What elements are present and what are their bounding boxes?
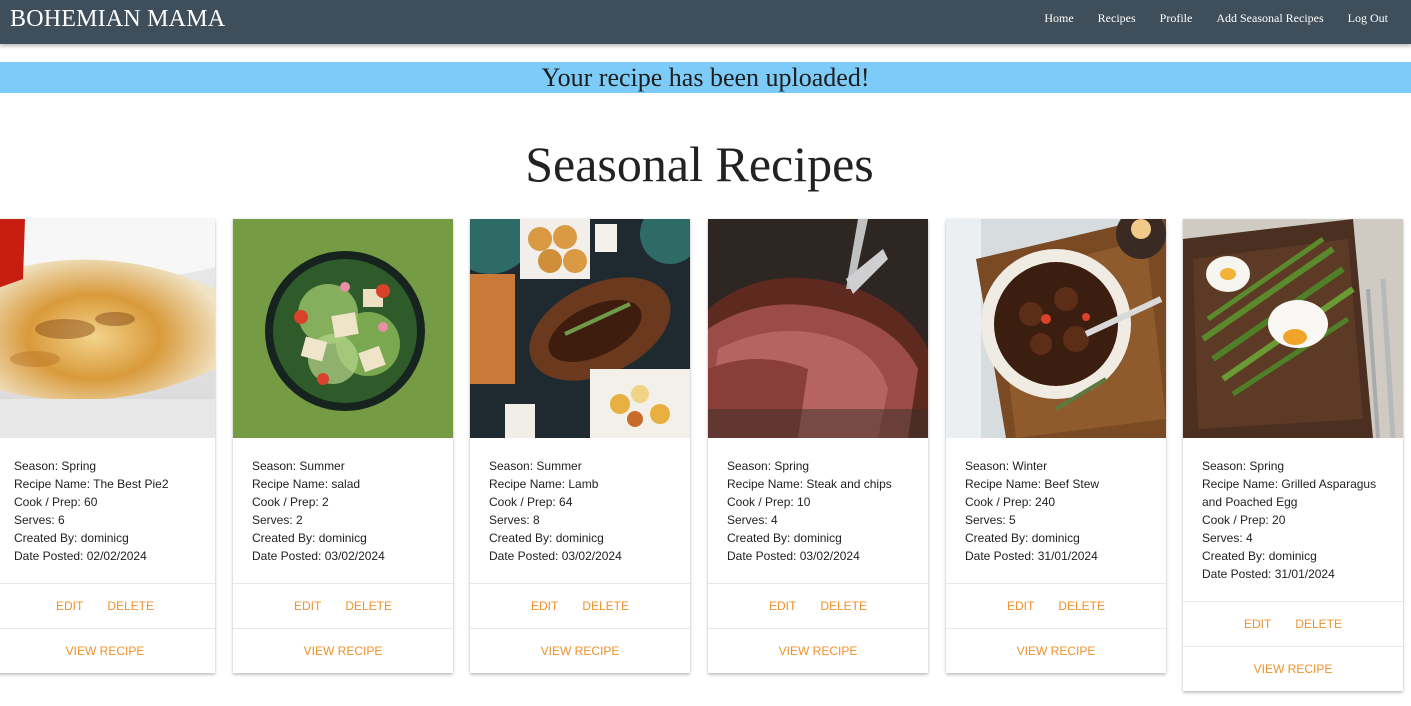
- detail-date-posted: Date Posted: 31/01/2024: [1202, 567, 1335, 581]
- detail-created-by: Created By: dominicg: [1202, 549, 1317, 563]
- recipe-image-asparagus: [1183, 219, 1403, 438]
- recipe-image-salad: [233, 219, 453, 438]
- recipe-image-lamb: [470, 219, 690, 438]
- edit-button[interactable]: EDIT: [1244, 617, 1271, 631]
- edit-button[interactable]: EDIT: [56, 599, 83, 613]
- card-actions: EDIT DELETE: [470, 583, 690, 628]
- recipe-details: Season: Summer Recipe Name: Lamb Cook / …: [470, 438, 690, 583]
- flash-message: Your recipe has been uploaded!: [0, 62, 1411, 93]
- detail-recipe-name: Recipe Name: Beef Stew: [965, 477, 1100, 491]
- view-recipe-button[interactable]: VIEW RECIPE: [779, 644, 858, 658]
- detail-season: Season: Summer: [489, 459, 582, 473]
- delete-button[interactable]: DELETE: [1058, 599, 1105, 613]
- detail-cook-prep: Cook / Prep: 60: [14, 495, 98, 509]
- card-actions: EDIT DELETE: [0, 583, 215, 628]
- delete-button[interactable]: DELETE: [582, 599, 629, 613]
- edit-button[interactable]: EDIT: [1007, 599, 1034, 613]
- delete-button[interactable]: DELETE: [820, 599, 867, 613]
- detail-recipe-name: Recipe Name: Lamb: [489, 477, 599, 491]
- detail-created-by: Created By: dominicg: [489, 531, 604, 545]
- card-view-action: VIEW RECIPE: [470, 628, 690, 673]
- edit-button[interactable]: EDIT: [531, 599, 558, 613]
- recipe-details: Season: Spring Recipe Name: Grilled Aspa…: [1183, 438, 1403, 601]
- view-recipe-button[interactable]: VIEW RECIPE: [66, 644, 145, 658]
- navbar: BOHEMIAN MAMA Home Recipes Profile Add S…: [0, 0, 1411, 44]
- detail-cook-prep: Cook / Prep: 10: [727, 495, 811, 509]
- edit-button[interactable]: EDIT: [294, 599, 321, 613]
- card-view-action: VIEW RECIPE: [708, 628, 928, 673]
- card-view-action: VIEW RECIPE: [0, 628, 215, 673]
- recipe-card: Season: Spring Recipe Name: The Best Pie…: [0, 219, 215, 673]
- detail-date-posted: Date Posted: 31/01/2024: [965, 549, 1098, 563]
- card-view-action: VIEW RECIPE: [233, 628, 453, 673]
- recipe-image-steak: [708, 219, 928, 438]
- view-recipe-button[interactable]: VIEW RECIPE: [304, 644, 383, 658]
- card-actions: EDIT DELETE: [946, 583, 1166, 628]
- view-recipe-button[interactable]: VIEW RECIPE: [1254, 662, 1333, 676]
- detail-season: Season: Spring: [1202, 459, 1285, 473]
- recipe-details: Season: Summer Recipe Name: salad Cook /…: [233, 438, 453, 583]
- detail-created-by: Created By: dominicg: [965, 531, 1080, 545]
- delete-button[interactable]: DELETE: [1295, 617, 1342, 631]
- nav-links: Home Recipes Profile Add Seasonal Recipe…: [1020, 0, 1388, 36]
- detail-serves: Serves: 4: [1202, 531, 1253, 545]
- detail-serves: Serves: 5: [965, 513, 1016, 527]
- detail-created-by: Created By: dominicg: [14, 531, 129, 545]
- card-actions: EDIT DELETE: [233, 583, 453, 628]
- page-title: Seasonal Recipes: [525, 136, 874, 192]
- edit-button[interactable]: EDIT: [769, 599, 796, 613]
- detail-created-by: Created By: dominicg: [727, 531, 842, 545]
- detail-created-by: Created By: dominicg: [252, 531, 367, 545]
- recipe-details: Season: Spring Recipe Name: Steak and ch…: [708, 438, 928, 583]
- recipe-details: Season: Winter Recipe Name: Beef Stew Co…: [946, 438, 1166, 583]
- detail-recipe-name: Recipe Name: Steak and chips: [727, 477, 892, 491]
- view-recipe-button[interactable]: VIEW RECIPE: [541, 644, 620, 658]
- detail-recipe-name: Recipe Name: The Best Pie2: [14, 477, 169, 491]
- detail-date-posted: Date Posted: 03/02/2024: [489, 549, 622, 563]
- detail-serves: Serves: 4: [727, 513, 778, 527]
- detail-season: Season: Summer: [252, 459, 345, 473]
- detail-date-posted: Date Posted: 03/02/2024: [252, 549, 385, 563]
- nav-link-add-seasonal-recipes[interactable]: Add Seasonal Recipes: [1216, 11, 1323, 26]
- recipe-details: Season: Spring Recipe Name: The Best Pie…: [0, 438, 215, 583]
- detail-serves: Serves: 8: [489, 513, 540, 527]
- recipe-card: Season: Spring Recipe Name: Grilled Aspa…: [1183, 219, 1403, 691]
- detail-season: Season: Winter: [965, 459, 1048, 473]
- detail-cook-prep: Cook / Prep: 240: [965, 495, 1056, 509]
- nav-link-home[interactable]: Home: [1044, 11, 1073, 26]
- nav-link-log-out[interactable]: Log Out: [1348, 11, 1388, 26]
- recipe-card: Season: Summer Recipe Name: Lamb Cook / …: [470, 219, 690, 673]
- card-view-action: VIEW RECIPE: [946, 628, 1166, 673]
- detail-date-posted: Date Posted: 02/02/2024: [14, 549, 147, 563]
- card-actions: EDIT DELETE: [708, 583, 928, 628]
- nav-link-recipes[interactable]: Recipes: [1098, 11, 1136, 26]
- detail-cook-prep: Cook / Prep: 2: [252, 495, 329, 509]
- detail-season: Season: Spring: [14, 459, 97, 473]
- nav-link-profile[interactable]: Profile: [1160, 11, 1193, 26]
- detail-recipe-name: Recipe Name: Grilled Asparagus and Poach…: [1202, 477, 1377, 509]
- recipe-card: Season: Spring Recipe Name: Steak and ch…: [708, 219, 928, 673]
- recipe-image-pie: [0, 219, 215, 438]
- delete-button[interactable]: DELETE: [107, 599, 154, 613]
- card-actions: EDIT DELETE: [1183, 601, 1403, 646]
- detail-serves: Serves: 6: [14, 513, 65, 527]
- delete-button[interactable]: DELETE: [345, 599, 392, 613]
- recipe-image-stew: [946, 219, 1166, 438]
- detail-season: Season: Spring: [727, 459, 810, 473]
- detail-cook-prep: Cook / Prep: 64: [489, 495, 573, 509]
- view-recipe-button[interactable]: VIEW RECIPE: [1017, 644, 1096, 658]
- detail-serves: Serves: 2: [252, 513, 303, 527]
- detail-cook-prep: Cook / Prep: 20: [1202, 513, 1286, 527]
- recipe-card: Season: Summer Recipe Name: salad Cook /…: [233, 219, 453, 673]
- recipe-card: Season: Winter Recipe Name: Beef Stew Co…: [946, 219, 1166, 673]
- detail-date-posted: Date Posted: 03/02/2024: [727, 549, 860, 563]
- brand-logo[interactable]: BOHEMIAN MAMA: [10, 4, 225, 34]
- detail-recipe-name: Recipe Name: salad: [252, 477, 361, 491]
- card-view-action: VIEW RECIPE: [1183, 646, 1403, 691]
